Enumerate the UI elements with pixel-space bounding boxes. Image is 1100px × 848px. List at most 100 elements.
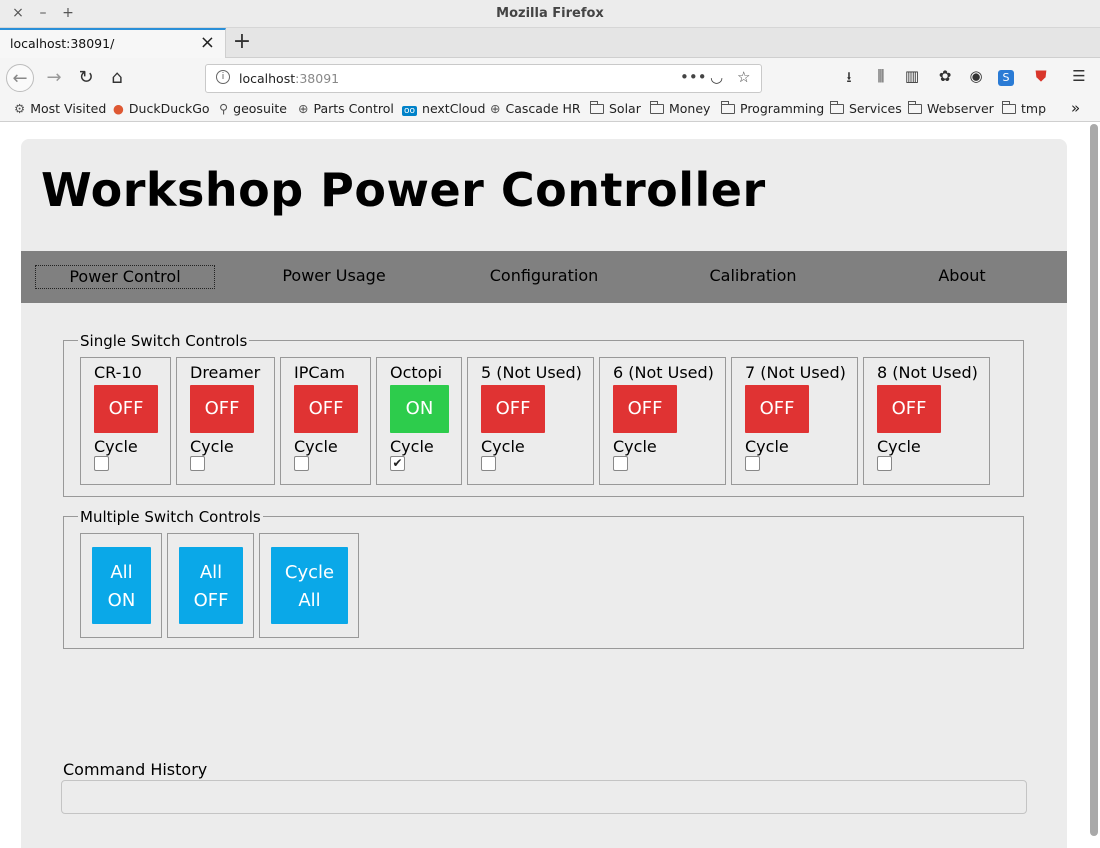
page-scrollbar[interactable] (1090, 124, 1098, 836)
bookmark-programming[interactable]: Programming (721, 101, 824, 116)
bookmark-services[interactable]: Services (830, 101, 902, 116)
folder-icon (830, 101, 844, 114)
bookmark-tmp[interactable]: tmp (1002, 101, 1046, 116)
switch-toggle-button[interactable]: OFF (613, 385, 677, 433)
menu-configuration[interactable]: Configuration (454, 265, 634, 289)
folder-icon (1002, 101, 1016, 114)
bookmark-star-icon[interactable]: ☆ (737, 68, 750, 86)
cycle-checkbox[interactable] (877, 456, 892, 471)
menu-power-usage[interactable]: Power Usage (244, 265, 424, 289)
cycle-label: Cycle (294, 437, 338, 456)
switch-name: 7 (Not Used) (745, 363, 846, 382)
forward-icon[interactable]: → (40, 64, 68, 92)
url-host: localhost (239, 71, 296, 86)
page-title: Workshop Power Controller (41, 163, 766, 217)
cycle-label: Cycle (190, 437, 234, 456)
bookmark-cascade-hr[interactable]: ⊕ Cascade HR (490, 101, 581, 116)
url-text[interactable]: localhost:38091 (239, 71, 339, 86)
switch-card: 5 (Not Used) OFF Cycle (467, 357, 594, 485)
button-line: All (298, 590, 321, 611)
cycle-checkbox-checked[interactable]: ✔ (390, 456, 405, 471)
cycle-checkbox[interactable] (481, 456, 496, 471)
duck-icon: ● (113, 101, 124, 116)
bookmark-label: Programming (740, 101, 825, 116)
tab-strip: localhost:38091/ × + (0, 28, 1100, 58)
switch-toggle-button[interactable]: OFF (94, 385, 158, 433)
cycle-label: Cycle (613, 437, 657, 456)
navigation-toolbar: ← → ↻ ⌂ i localhost:38091 ••• ◡ ☆ ⭳ ⫼ ▥ … (0, 58, 1100, 98)
cycle-checkbox[interactable] (745, 456, 760, 471)
globe-icon: ⊕ (490, 101, 501, 116)
single-switch-controls: Single Switch Controls CR-10 OFF Cycle D… (63, 332, 1024, 497)
page-actions-icon[interactable]: ••• (680, 68, 707, 86)
bookmark-parts-control[interactable]: ⊕ Parts Control (298, 101, 394, 116)
tab-localhost[interactable]: localhost:38091/ × (0, 28, 226, 58)
switch-name: CR-10 (94, 363, 142, 382)
url-bar[interactable]: i localhost:38091 ••• ◡ ☆ (205, 64, 762, 93)
extension-s-icon[interactable]: S (998, 70, 1014, 86)
bookmark-solar[interactable]: Solar (590, 101, 641, 116)
bookmark-label: Most Visited (30, 101, 107, 116)
switch-card: 6 (Not Used) OFF Cycle (599, 357, 726, 485)
bookmark-duckduckgo[interactable]: ● DuckDuckGo (113, 101, 210, 116)
globe-icon: ⊕ (298, 101, 309, 116)
cycle-checkbox[interactable] (94, 456, 109, 471)
switch-name: 5 (Not Used) (481, 363, 582, 382)
shield-icon[interactable]: ⛊ (1030, 67, 1052, 85)
bookmark-label: tmp (1021, 101, 1047, 116)
url-port: :38091 (295, 71, 340, 86)
bookmark-webserver[interactable]: Webserver (908, 101, 994, 116)
cycle-label: Cycle (94, 437, 138, 456)
bookmark-nextcloud[interactable]: oo nextCloud (402, 101, 485, 116)
bookmark-label: Cascade HR (505, 101, 581, 116)
all-on-button[interactable]: All ON (92, 547, 151, 624)
info-icon[interactable]: i (216, 70, 230, 84)
gnome-icon[interactable]: ✿ (934, 67, 956, 85)
cycle-checkbox[interactable] (613, 456, 628, 471)
switch-card: Octopi ON Cycle ✔ (376, 357, 462, 485)
tab-close-icon[interactable]: × (200, 33, 215, 53)
single-switch-legend: Single Switch Controls (78, 332, 250, 350)
switch-name: 8 (Not Used) (877, 363, 978, 382)
menu-about[interactable]: About (872, 265, 1052, 289)
multi-button-card: All OFF (167, 533, 254, 638)
main-menu: Power Control Power Usage Configuration … (21, 251, 1067, 303)
bookmark-most-visited[interactable]: ⚙ Most Visited (14, 101, 106, 116)
switch-toggle-button[interactable]: OFF (745, 385, 809, 433)
button-line: Cycle (284, 562, 335, 583)
menu-power-control[interactable]: Power Control (35, 265, 215, 289)
window-titlebar: × – + Mozilla Firefox (0, 0, 1100, 28)
new-tab-icon[interactable]: + (232, 29, 252, 55)
library-icon[interactable]: ⫼ (870, 67, 892, 85)
multi-button-card: All ON (80, 533, 162, 638)
cycle-checkbox[interactable] (190, 456, 205, 471)
window-title: Mozilla Firefox (496, 6, 604, 21)
switch-toggle-button[interactable]: OFF (190, 385, 254, 433)
switch-toggle-button[interactable]: OFF (294, 385, 358, 433)
home-icon[interactable]: ⌂ (103, 64, 131, 92)
back-icon[interactable]: ← (6, 64, 34, 92)
bookmark-geosuite[interactable]: ⚲ geosuite (219, 101, 287, 116)
cycle-checkbox[interactable] (294, 456, 309, 471)
bookmark-label: Parts Control (313, 101, 394, 116)
menu-calibration[interactable]: Calibration (663, 265, 843, 289)
command-history-box[interactable] (61, 780, 1027, 814)
cycle-all-button[interactable]: Cycle All (271, 547, 348, 624)
switch-card: IPCam OFF Cycle (280, 357, 371, 485)
bookmarks-overflow-icon[interactable]: » (1071, 99, 1080, 117)
switch-toggle-button[interactable]: ON (390, 385, 449, 433)
sidebar-icon[interactable]: ▥ (901, 67, 923, 85)
pocket-icon[interactable]: ◡ (710, 68, 723, 86)
switch-toggle-button[interactable]: OFF (877, 385, 941, 433)
account-icon[interactable]: ◉ (965, 67, 987, 85)
bookmark-label: Webserver (927, 101, 994, 116)
reader-icon[interactable]: ⭳ (838, 67, 860, 92)
menu-icon[interactable]: ☰ (1068, 67, 1090, 85)
all-off-button[interactable]: All OFF (179, 547, 243, 624)
bookmark-money[interactable]: Money (650, 101, 710, 116)
reload-icon[interactable]: ↻ (72, 64, 100, 92)
switch-toggle-button[interactable]: OFF (481, 385, 545, 433)
switch-name: 6 (Not Used) (613, 363, 714, 382)
multi-button-card: Cycle All (259, 533, 359, 638)
multiple-switch-controls: Multiple Switch Controls All ON All OFF … (63, 508, 1024, 649)
